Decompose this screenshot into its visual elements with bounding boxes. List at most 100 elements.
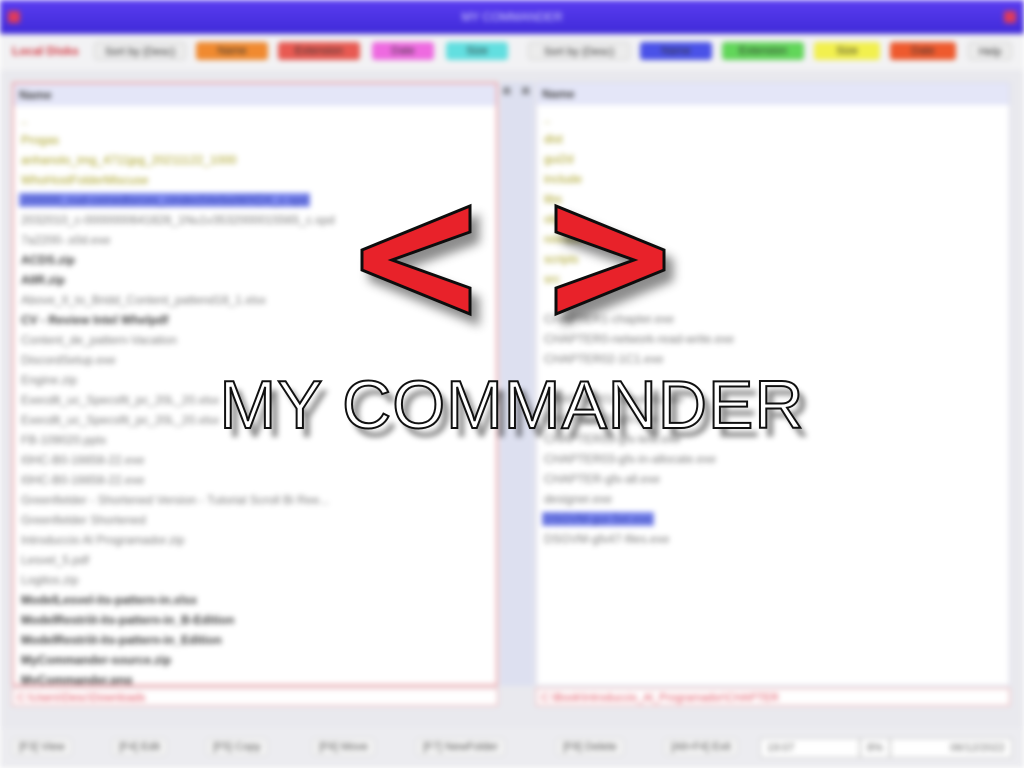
left-sort-date-button[interactable]: Date (372, 42, 434, 60)
file-item[interactable]: ACDS.zip (19, 250, 496, 270)
panel-divider: R R (500, 82, 534, 686)
left-refresh-icon[interactable]: R (503, 86, 511, 98)
file-name: CHAPTER03-gfx-in-allocate.exe (544, 452, 717, 466)
file-name (542, 292, 546, 306)
file-item[interactable]: Execdlt_uc_Specsfit_pc_20L_20.xlsx (19, 410, 496, 430)
file-item[interactable]: CHAPTER-gfx-all.exe (542, 469, 1009, 489)
left-path-field[interactable]: C:\Users\Desc\Downloads (12, 688, 498, 706)
file-name: ModelRestriit-its-pattern-in_Edition (21, 633, 222, 647)
right-refresh-icon[interactable]: R (522, 86, 530, 98)
left-file-list: .. Progas anhanolo_img_4711jpg_20211122_10… (14, 106, 496, 684)
file-item[interactable]: Logitos.zip (19, 570, 496, 590)
folder-item[interactable]: .. (542, 109, 1009, 129)
file-item[interactable]: Greenfielder Shortened (19, 510, 496, 530)
folder-item[interactable]: anhanolo_img_4711jpg_20211122_1000 (19, 150, 496, 170)
file-item[interactable]: CHAPTER0-network-read-write.exe (542, 329, 1009, 349)
file-name: FB-109020.pptx (21, 433, 107, 447)
file-name: .. (544, 112, 551, 126)
folder-item[interactable]: release (542, 229, 1009, 249)
right-file-list: .. dist gui2d include libs obj release scripts s… (537, 105, 1009, 549)
file-item[interactable]: DSGVM-gfx47-files.exe (542, 529, 1009, 549)
file-item[interactable]: CHAPTER01-handles.exe (542, 389, 1009, 409)
file-item[interactable]: CHAPTER02-gfx.exe (542, 409, 1009, 429)
view-button[interactable]: [F3] View (12, 738, 72, 756)
file-item[interactable]: Greenfielder - Shortened Version - Tutor… (19, 490, 496, 510)
file-item[interactable]: Content_de_pattern-Vacation (19, 330, 496, 350)
file-item[interactable]: CV - Review Intel Whelpdf (19, 310, 496, 330)
close-icon[interactable] (1004, 11, 1016, 23)
folder-item[interactable]: scripts (542, 249, 1009, 269)
file-item[interactable]: Above_II_to_Bridd_Content_pattend18_1.xl… (19, 290, 496, 310)
folder-item[interactable]: dist (542, 129, 1009, 149)
file-name: DSGVM-gui-Sel.exe (542, 512, 655, 526)
file-item[interactable]: ModelRestriit-its-pattern-in_B-Edition (19, 610, 496, 630)
right-path-field[interactable]: C:\Book\Introduccio_Al_Programador\CHAPT… (536, 688, 1010, 706)
folder-item[interactable]: Progas (19, 130, 496, 150)
file-item[interactable]: ModelLesvel-its-pattern-in.xlsx (19, 590, 496, 610)
folder-item[interactable]: obj (542, 209, 1009, 229)
file-item[interactable]: Engine.zip (19, 370, 496, 390)
file-name: Lesvel_5.pdf (21, 553, 90, 567)
left-file-panel[interactable]: Name .. Progas anhanolo_img_4711jpg_202111… (12, 82, 498, 686)
file-name: CHAPTER0-network-read-write.exe (544, 332, 735, 346)
file-item[interactable]: designer.exe (542, 489, 1009, 509)
left-sort-size-button[interactable]: Size (446, 42, 508, 60)
file-item[interactable]: CHAPTER02-1C1.exe (542, 349, 1009, 369)
file-item[interactable]: 7a2200-.s0d.exe (19, 230, 496, 250)
file-item[interactable]: Execdlt_uc_Specsfit_pc_20L_20.xlsx (19, 390, 496, 410)
file-item[interactable]: DSGVM-gui-Sel.exe (542, 509, 1009, 529)
exit-button[interactable]: [Alt+F4] Exit (664, 738, 738, 756)
file-name: dist (544, 132, 563, 146)
file-item[interactable]: I0HC-B0-16658-22.exe (19, 450, 496, 470)
left-sort-extension-button[interactable]: Extension (278, 42, 360, 60)
file-name: scripts (544, 252, 579, 266)
file-item[interactable]: CHAPTER03-gfx-in-allocate.exe (542, 449, 1009, 469)
right-sort-extension-button[interactable]: Extension (722, 42, 804, 60)
right-file-panel[interactable]: Name .. dist gui2d include libs obj release scr… (536, 82, 1010, 686)
file-name: ModelLesvel-its-pattern-in.xlsx (21, 593, 198, 607)
file-name: Greenfielder Shortened (21, 513, 146, 527)
file-item[interactable]: CHAPTER03-gfx-test.exe (542, 429, 1009, 449)
file-item[interactable]: ModelRestriit-its-pattern-in_Edition (19, 630, 496, 650)
file-item[interactable]: AIIR.zip (19, 270, 496, 290)
left-sort-button[interactable]: Sort by (Desc) (94, 42, 186, 60)
file-item[interactable]: I0HC-B0-16658-22.exe (19, 470, 496, 490)
right-sort-size-button[interactable]: Size (814, 42, 880, 60)
right-sort-button[interactable]: Sort by (Desc) (528, 42, 630, 60)
folder-item[interactable]: .. (19, 110, 496, 130)
file-item[interactable]: Introduccio Al Programador.zip (19, 530, 496, 550)
left-name-column-header[interactable]: Name (14, 84, 496, 106)
help-button[interactable]: Help (968, 42, 1012, 60)
folder-item[interactable]: include (542, 169, 1009, 189)
move-button[interactable]: [F6] Move (312, 738, 375, 756)
copy-button[interactable]: [F5] Copy (206, 738, 268, 756)
local-disks-label[interactable]: Local Disks (12, 44, 79, 58)
right-name-column-header[interactable]: Name (537, 83, 1009, 105)
folder-item[interactable]: gui2d (542, 149, 1009, 169)
file-item[interactable]: DiscordSetup.exe (19, 350, 496, 370)
right-sort-date-button[interactable]: Date (890, 42, 956, 60)
folder-item[interactable]: WhoHostFolderMiscuse (19, 170, 496, 190)
file-item[interactable] (542, 369, 1009, 389)
folder-item[interactable]: src (542, 269, 1009, 289)
file-name: Above_II_to_Bridd_Content_pattend18_1.xl… (21, 293, 266, 307)
new-folder-button[interactable]: [F7] NewFolder (416, 738, 506, 756)
file-name: Execdlt_uc_Specsfit_pc_20L_20.xlsx (21, 393, 220, 407)
file-item[interactable]: FB-109020.pptx (19, 430, 496, 450)
file-item[interactable]: CHAPTER1-chapter.exe (542, 309, 1009, 329)
delete-button[interactable]: [F8] Delete (556, 738, 624, 756)
file-item[interactable]: 200000_cud-ceinedtsrces_cindectVerbsiWXD… (19, 190, 496, 210)
file-name: designer.exe (544, 492, 613, 506)
file-item[interactable] (542, 289, 1009, 309)
file-item[interactable]: MyCommander.png (19, 670, 496, 684)
left-sort-name-button[interactable]: Name (196, 42, 268, 60)
file-name: ACDS.zip (21, 253, 75, 267)
file-name: CHAPTER-gfx-all.exe (544, 472, 661, 486)
folder-item[interactable]: libs (542, 189, 1009, 209)
file-item[interactable]: MyCommander-source.zip (19, 650, 496, 670)
edit-button[interactable]: [F4] Edit (112, 738, 167, 756)
right-sort-name-button[interactable]: Name (640, 42, 712, 60)
file-item[interactable]: Lesvel_5.pdf (19, 550, 496, 570)
file-item[interactable]: 2032010_c-0000000641828_1Nu1v35320000155… (19, 210, 496, 230)
file-name: CHAPTER03-gfx-test.exe (544, 432, 681, 446)
